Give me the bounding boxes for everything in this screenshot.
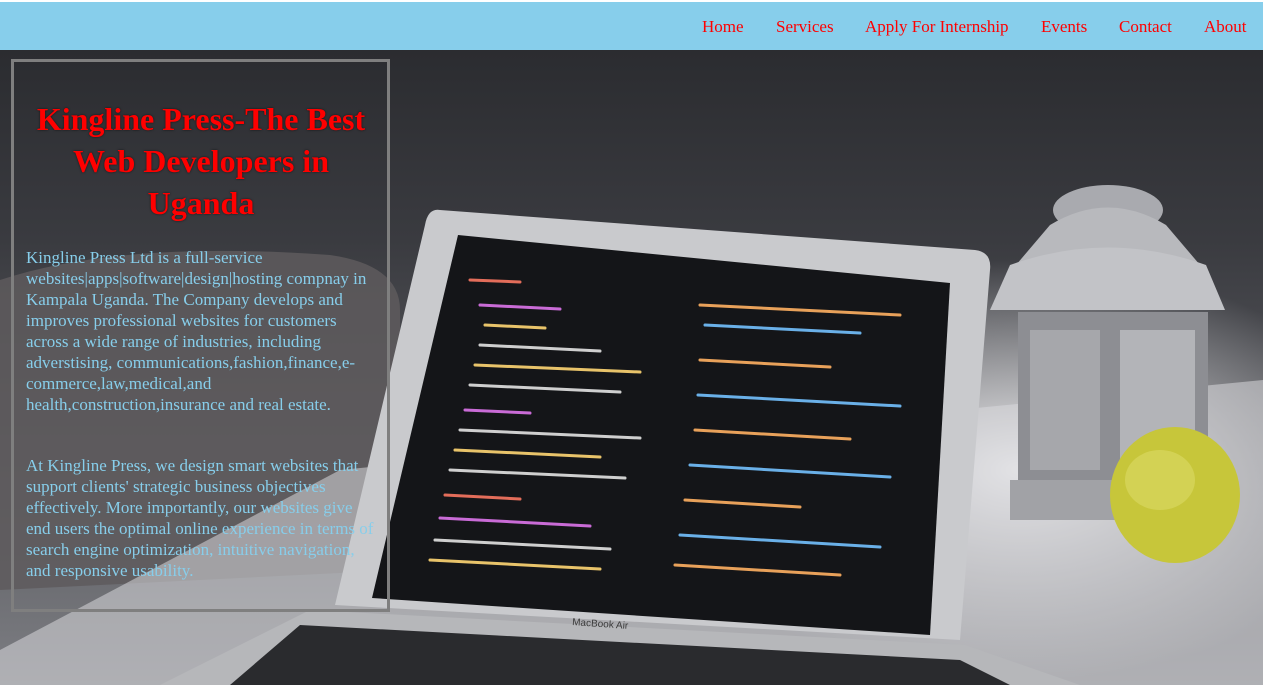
nav-link-services[interactable]: Services: [776, 17, 834, 37]
hero-title: Kingline Press-The Best Web Developers i…: [36, 101, 366, 221]
nav-link-events[interactable]: Events: [1041, 17, 1087, 37]
intro-paragraph-1: Kingline Press Ltd is a full-service web…: [26, 248, 367, 414]
intro-paragraph-2: At Kingline Press, we design smart websi…: [26, 456, 374, 580]
nav-link-about[interactable]: About: [1204, 17, 1247, 37]
nav-link-apply-for-internship[interactable]: Apply For Internship: [865, 17, 1009, 37]
top-navbar: Home Services Apply For Internship Event…: [0, 2, 1263, 50]
nav-link-contact[interactable]: Contact: [1119, 17, 1172, 37]
nav-link-home[interactable]: Home: [702, 17, 744, 37]
